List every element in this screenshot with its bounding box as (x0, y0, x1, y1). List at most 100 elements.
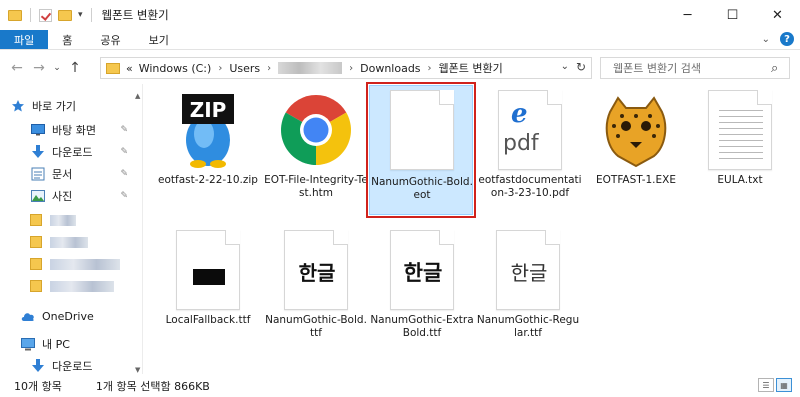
address-bar[interactable]: « Windows (C:) › Users › › Downloads › 웹… (100, 57, 592, 79)
up-button[interactable]: ↑ (64, 60, 86, 76)
folder-icon (106, 62, 120, 74)
ribbon-controls: ⌄ ? (762, 32, 794, 46)
sidebar-item-desktop[interactable]: 바탕 화면 ✎ (30, 120, 130, 140)
chrome-icon (272, 90, 360, 170)
star-icon (10, 99, 26, 113)
help-icon[interactable]: ? (780, 32, 794, 46)
scroll-up-icon[interactable]: ▲ (135, 92, 140, 100)
sidebar-item-this-pc[interactable]: 내 PC (20, 334, 130, 354)
file-name: LocalFallback.ttf (165, 314, 251, 326)
pdf-label: pdf (503, 131, 539, 156)
folder-icon (30, 258, 42, 270)
file-item[interactable]: 한글 NanumGothic-Bold.ttf (264, 228, 368, 356)
chevron-right-icon[interactable]: › (267, 63, 271, 74)
file-item[interactable]: ZIP eotfast-2-22-10.zip (156, 88, 260, 216)
font-file-icon (164, 230, 252, 310)
maximize-button[interactable]: ☐ (710, 0, 755, 30)
sidebar-item-pictures[interactable]: 사진 ✎ (30, 186, 130, 206)
properties-icon[interactable] (39, 8, 52, 22)
sidebar-scrollbar[interactable]: ▲ ▼ (135, 92, 141, 374)
pdf-edge-icon: e pdf (486, 90, 574, 170)
chevron-right-icon[interactable]: › (218, 63, 222, 74)
sidebar-item-onedrive[interactable]: OneDrive (20, 306, 130, 326)
tab-file[interactable]: 파일 (0, 30, 49, 49)
sidebar-item-pc-downloads[interactable]: 다운로드 (30, 356, 130, 376)
details-view-icon[interactable]: ☰ (758, 378, 774, 392)
download-icon (30, 359, 46, 373)
breadcrumb-users[interactable]: Users (229, 62, 260, 75)
file-item[interactable]: EOTFAST-1.EXE (584, 88, 688, 216)
expand-ribbon-icon[interactable]: ⌄ (762, 34, 770, 45)
tab-home[interactable]: 홈 (48, 30, 86, 49)
file-page: 한글 (390, 230, 454, 310)
file-page (176, 230, 240, 310)
forward-button[interactable]: → (28, 60, 50, 76)
zip-badge: ZIP (189, 98, 227, 122)
divider (90, 8, 92, 22)
search-input[interactable]: 웹폰트 변환기 검색 (613, 60, 771, 76)
file-name: EULA.txt (717, 174, 763, 186)
selection-info: 1개 항목 선택함 866KB (95, 380, 210, 393)
breadcrumb-windows-c[interactable]: Windows (C:) (139, 62, 212, 75)
chevron-right-icon[interactable]: › (428, 63, 432, 74)
address-dropdown-icon[interactable]: ⌄ (561, 61, 569, 72)
search-icon[interactable]: ⌕ (771, 61, 789, 76)
sidebar-item-redacted-folder[interactable] (30, 210, 130, 230)
large-icons-view-icon[interactable]: ▦ (776, 378, 792, 392)
pin-icon[interactable]: ✎ (120, 191, 128, 201)
back-button[interactable]: ← (6, 60, 28, 76)
document-icon (30, 167, 46, 181)
font-preview (193, 269, 225, 285)
breadcrumb-overflow[interactable]: « (126, 62, 133, 75)
window-title: 웹폰트 변환기 (101, 8, 169, 22)
file-item[interactable]: e pdf eotfastdocumentation-3-23-10.pdf (478, 88, 582, 216)
cloud-icon (20, 309, 36, 323)
search-box[interactable]: 웹폰트 변환기 검색 ⌕ (600, 57, 790, 79)
file-item[interactable]: 한글 NanumGothic-ExtraBold.ttf (370, 228, 474, 356)
recent-locations-button[interactable]: ⌄ (50, 63, 64, 73)
minimize-button[interactable]: ─ (665, 0, 710, 30)
close-button[interactable]: ✕ (755, 0, 800, 30)
scroll-down-icon[interactable]: ▼ (135, 366, 140, 374)
pin-icon[interactable]: ✎ (120, 125, 128, 135)
file-page: 한글 (284, 230, 348, 310)
sidebar-item-redacted-folder[interactable] (30, 276, 130, 296)
new-folder-icon[interactable] (58, 9, 72, 21)
folder-icon (30, 236, 42, 248)
file-item[interactable]: EULA.txt (688, 88, 792, 216)
breadcrumb-downloads[interactable]: Downloads (360, 62, 420, 75)
folder-icon (30, 280, 42, 292)
status-bar: 10개 항목 1개 항목 선택함 866KB ☰ ▦ (0, 375, 800, 397)
chevron-right-icon[interactable]: › (349, 63, 353, 74)
redacted-label (50, 258, 120, 270)
sidebar-item-quick-access[interactable]: 바로 가기 (10, 96, 140, 116)
folder-icon[interactable] (8, 9, 22, 21)
text-file-icon (696, 90, 784, 170)
file-page: e pdf (498, 90, 562, 170)
sidebar-item-label: OneDrive (42, 309, 94, 323)
tab-view[interactable]: 보기 (135, 30, 183, 49)
customize-toolbar-icon[interactable]: ▾ (78, 10, 83, 20)
sidebar-item-redacted-folder[interactable] (30, 254, 130, 274)
breadcrumb-current-folder[interactable]: 웹폰트 변환기 (439, 60, 503, 76)
file-item[interactable]: LocalFallback.ttf (156, 228, 260, 356)
file-name: EOT-File-Integrity-Test.htm (264, 174, 368, 199)
sidebar-item-label: 바로 가기 (32, 100, 76, 113)
divider (30, 8, 31, 22)
redacted-label (50, 280, 114, 292)
pin-icon[interactable]: ✎ (120, 147, 128, 157)
breadcrumb-redacted-user[interactable] (278, 62, 343, 74)
sidebar-item-downloads[interactable]: 다운로드 ✎ (30, 142, 130, 162)
file-page (708, 90, 772, 170)
file-item[interactable]: EOT-File-Integrity-Test.htm (264, 88, 368, 216)
refresh-icon[interactable]: ↻ (576, 60, 586, 74)
pin-icon[interactable]: ✎ (120, 169, 128, 179)
redacted-label (50, 236, 88, 248)
sidebar-item-documents[interactable]: 문서 ✎ (30, 164, 130, 184)
tab-share[interactable]: 공유 (86, 30, 134, 49)
sidebar-item-redacted-folder[interactable] (30, 232, 130, 252)
highlight-box (366, 82, 476, 218)
pane-divider[interactable] (142, 84, 143, 374)
file-item[interactable]: 한글 NanumGothic-Regular.ttf (476, 228, 580, 356)
ribbon-tabs: 파일 홈 공유 보기 ⌄ ? (0, 30, 800, 50)
